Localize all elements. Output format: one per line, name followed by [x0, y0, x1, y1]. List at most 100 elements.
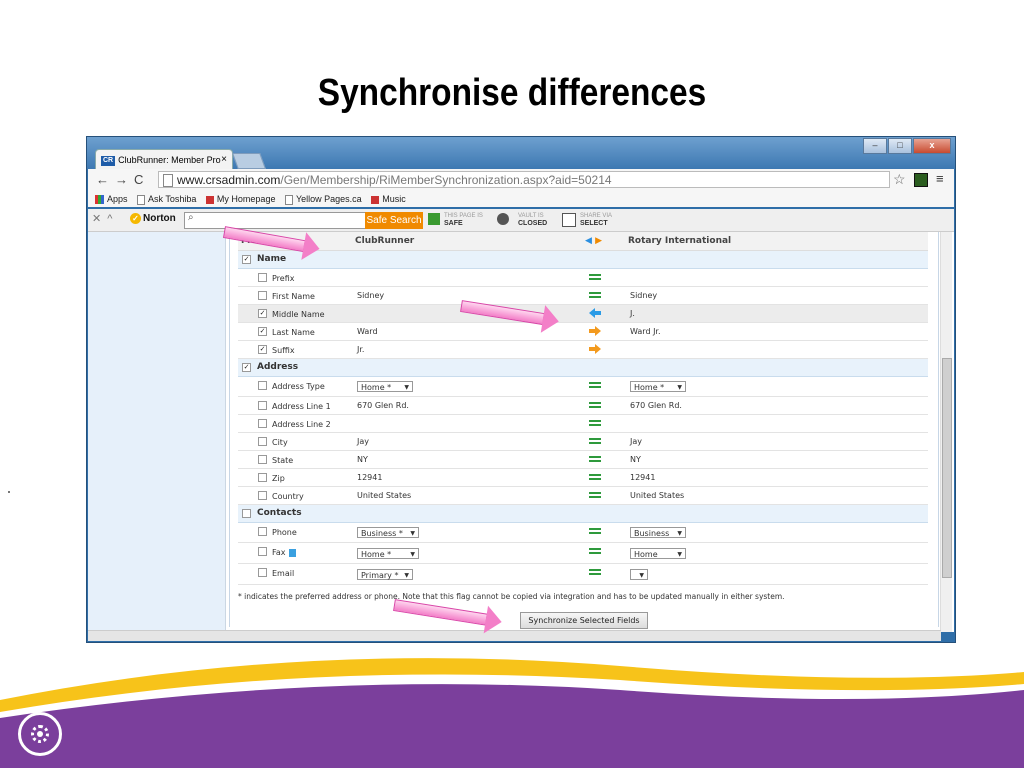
section-label: Name	[257, 254, 287, 264]
forward-icon[interactable]: →	[115, 172, 134, 187]
row-checkbox[interactable]	[258, 568, 267, 577]
table-row: Phone Business * ▼ Business ▼	[238, 523, 928, 543]
row-checkbox[interactable]	[258, 527, 267, 536]
table-row: ✓ Last Name Ward Ward Jr.	[238, 323, 928, 341]
field-label: State	[272, 456, 294, 465]
row-checkbox[interactable]	[258, 381, 267, 390]
clubrunner-address-type-select[interactable]: Home * ▼	[357, 381, 413, 392]
browser-tab[interactable]: CR ClubRunner: Member Pro ×	[95, 149, 233, 169]
norton-check-icon: ✓	[130, 213, 141, 224]
maximize-icon[interactable]: □	[888, 138, 912, 154]
arrow-left-icon[interactable]	[589, 308, 601, 318]
rotary-fax-select[interactable]: Home ▼	[630, 548, 686, 559]
field-label: City	[272, 438, 288, 447]
new-tab-button[interactable]	[232, 153, 266, 169]
url-host: www.crsadmin.com	[177, 173, 281, 187]
section-checkbox[interactable]	[242, 509, 251, 518]
rotary-phone-select[interactable]: Business ▼	[630, 527, 686, 538]
status-value: CLOSED	[518, 220, 548, 227]
field-label: Country	[272, 492, 304, 501]
norton-brand: Norton	[143, 213, 176, 224]
row-checkbox[interactable]	[258, 455, 267, 464]
header-clubrunner: ClubRunner	[355, 236, 415, 246]
row-checkbox[interactable]	[258, 291, 267, 300]
clubrunner-value: Ward	[357, 327, 378, 336]
synchronize-button[interactable]: Synchronize Selected Fields	[520, 612, 648, 629]
vertical-scrollbar[interactable]	[940, 232, 952, 632]
row-checkbox[interactable]	[258, 547, 267, 556]
page-safe-status[interactable]: THIS PAGE IS SAFE	[444, 213, 483, 228]
rotary-value: NY	[630, 455, 641, 464]
bookmark-label: Apps	[107, 194, 128, 204]
table-row: First Name Sidney Sidney	[238, 287, 928, 305]
clubrunner-value: Jr.	[357, 345, 365, 354]
row-checkbox[interactable]	[258, 437, 267, 446]
row-checkbox[interactable]	[258, 273, 267, 282]
lock-icon	[288, 548, 296, 557]
bookmarks-bar: Apps Ask Toshiba My Homepage Yellow Page…	[88, 191, 954, 207]
share-status[interactable]: SHARE VIA SELECT	[580, 213, 612, 228]
row-checkbox[interactable]: ✓	[258, 327, 267, 336]
equal-icon	[589, 381, 601, 389]
equal-icon	[589, 419, 601, 427]
menu-icon[interactable]: ≡	[936, 171, 944, 186]
minimize-icon[interactable]: –	[863, 138, 887, 154]
close-toolbar-icon[interactable]: ✕	[92, 213, 107, 225]
row-checkbox[interactable]	[258, 419, 267, 428]
table-row: State NY NY	[238, 451, 928, 469]
bookmark-apps[interactable]: Apps	[95, 194, 128, 205]
clubrunner-value: 670 Glen Rd.	[357, 401, 409, 410]
vault-status[interactable]: VAULT IS CLOSED	[518, 213, 547, 228]
clubrunner-email-select[interactable]: Primary * ▼	[357, 569, 413, 580]
clubrunner-phone-select[interactable]: Business * ▼	[357, 527, 419, 538]
section-checkbox[interactable]: ✓	[242, 363, 251, 372]
row-checkbox[interactable]	[258, 491, 267, 500]
select-value: Home *	[634, 383, 665, 392]
clubrunner-fax-select[interactable]: Home * ▼	[357, 548, 419, 559]
bookmark-star-icon[interactable]: ☆	[893, 171, 906, 188]
url-input[interactable]: www.crsadmin.com/Gen/Membership/RiMember…	[158, 171, 890, 188]
table-row: ✓ Suffix Jr.	[238, 341, 928, 359]
rotary-value: J.	[630, 309, 635, 318]
extension-icon[interactable]	[914, 173, 928, 187]
rotary-address-type-select[interactable]: Home * ▼	[630, 381, 686, 392]
search-icon: ⌕	[188, 212, 194, 223]
section-checkbox[interactable]: ✓	[242, 255, 251, 264]
row-checkbox[interactable]	[258, 401, 267, 410]
collapse-toolbar-icon[interactable]: ^	[107, 213, 118, 225]
arrow-right-icon[interactable]	[589, 326, 601, 336]
horizontal-scrollbar[interactable]	[88, 630, 941, 641]
field-label: Address Type	[272, 382, 325, 391]
table-row: Email Primary * ▼ ▼	[238, 564, 928, 585]
media-icon	[371, 195, 380, 204]
rotary-value: Ward Jr.	[630, 327, 661, 336]
scrollbar-thumb[interactable]	[942, 358, 952, 578]
norton-search-input[interactable]	[184, 212, 366, 229]
field-label: First Name	[272, 292, 315, 301]
bookmark-label: My Homepage	[216, 194, 276, 204]
field-label: Zip	[272, 474, 285, 483]
arrow-right-icon[interactable]	[589, 344, 601, 354]
back-icon[interactable]: ←	[96, 172, 115, 187]
row-checkbox[interactable]: ✓	[258, 345, 267, 354]
bookmark-label: Yellow Pages.ca	[295, 194, 362, 204]
row-checkbox[interactable]: ✓	[258, 309, 267, 318]
equal-icon	[589, 455, 601, 463]
section-name: ✓ Name	[238, 251, 928, 269]
row-checkbox[interactable]	[258, 473, 267, 482]
reload-icon[interactable]: C	[134, 172, 149, 187]
window-controls: – □ x	[863, 138, 951, 154]
safe-search-button[interactable]: Safe Search	[365, 212, 423, 229]
section-label: Address	[257, 362, 299, 372]
tab-close-icon[interactable]: ×	[221, 150, 227, 169]
clubrunner-value: Jay	[357, 437, 369, 446]
bookmark-ask-toshiba[interactable]: Ask Toshiba	[137, 194, 196, 205]
bookmark-music[interactable]: Music	[371, 194, 406, 204]
field-label: Address Line 2	[272, 420, 331, 429]
bookmark-my-homepage[interactable]: My Homepage	[205, 194, 276, 204]
table-row: Address Type Home * ▼ Home * ▼	[238, 377, 928, 397]
close-window-icon[interactable]: x	[913, 138, 951, 154]
bookmark-yellow-pages[interactable]: Yellow Pages.ca	[284, 194, 362, 205]
rotary-email-select[interactable]: ▼	[630, 569, 648, 580]
fax-label: Fax	[272, 548, 286, 557]
